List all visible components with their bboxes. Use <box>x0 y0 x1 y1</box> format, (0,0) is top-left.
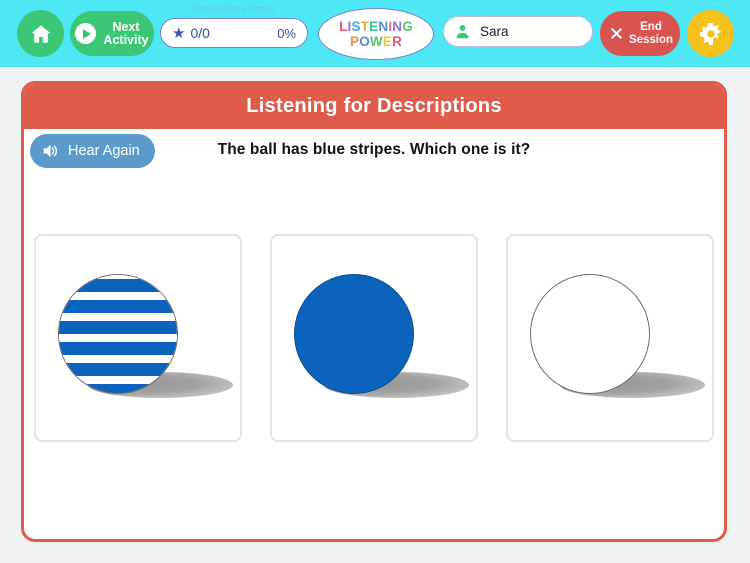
top-toolbar: Next Activity Descriptions Score: ★ 0/0 … <box>0 0 750 67</box>
ball-stage <box>36 236 240 440</box>
page-title: Listening for Descriptions <box>246 95 502 117</box>
next-activity-button[interactable]: Next Activity <box>70 11 154 56</box>
logo-letter: G <box>402 19 413 34</box>
logo-letter: N <box>378 19 389 34</box>
plain-white-ball-icon <box>530 274 650 394</box>
score-caption: Descriptions Score: <box>190 4 278 15</box>
logo-letter: S <box>351 19 361 34</box>
play-icon <box>75 23 96 44</box>
settings-button[interactable] <box>687 10 734 57</box>
next-activity-label: Next Activity <box>103 19 149 47</box>
solid-blue-ball-icon <box>294 274 414 394</box>
activity-panel: Listening for Descriptions Hear Again Th… <box>21 81 727 542</box>
logo-letter: R <box>392 34 403 49</box>
choice-card-striped-ball[interactable] <box>34 234 242 442</box>
score-fraction: 0/0 <box>190 25 210 41</box>
prompt-text: The ball has blue stripes. Which one is … <box>217 141 531 158</box>
home-icon <box>31 24 50 43</box>
descriptions-score: Descriptions Score: ★ 0/0 0% <box>160 4 308 48</box>
logo-letter: O <box>359 34 370 49</box>
logo-letter: N <box>392 19 403 34</box>
end-session-label: End Session <box>628 21 674 46</box>
user-name: Sara <box>480 24 509 39</box>
score-percent: 0% <box>277 25 296 41</box>
star-icon: ★ <box>172 24 186 42</box>
logo-letter: E <box>369 19 379 34</box>
score-box: ★ 0/0 0% <box>160 18 308 48</box>
panel-title-bar: Listening for Descriptions <box>24 84 724 129</box>
logo-line-1: LISTENING <box>339 19 413 34</box>
home-button[interactable] <box>17 10 64 57</box>
user-icon <box>456 25 469 39</box>
listening-power-logo: LISTENING POWER <box>318 8 434 60</box>
logo-letter: T <box>360 19 370 34</box>
ball-stage <box>272 236 476 440</box>
logo-letter: E <box>382 34 393 49</box>
ball-stage <box>508 236 712 440</box>
user-selector[interactable]: Sara <box>443 16 593 47</box>
logo-letter: P <box>349 34 360 49</box>
logo-letter: L <box>339 19 348 34</box>
logo-line-2: POWER <box>350 34 402 49</box>
choice-card-solid-ball[interactable] <box>270 234 478 442</box>
end-session-button[interactable]: End Session <box>600 11 680 56</box>
logo-letter: W <box>369 34 383 49</box>
striped-blue-ball-icon <box>58 274 178 394</box>
gear-icon <box>699 22 721 45</box>
close-x-icon <box>610 27 622 40</box>
choice-card-white-ball[interactable] <box>506 234 714 442</box>
choices-row <box>24 234 724 442</box>
